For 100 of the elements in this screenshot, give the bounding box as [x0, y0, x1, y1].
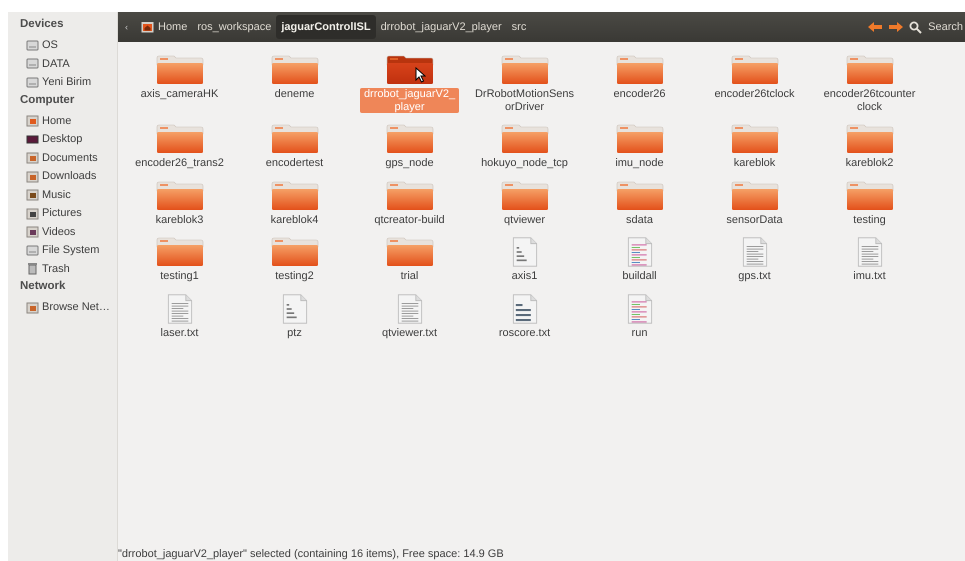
file-item[interactable]: roscore.txt — [467, 294, 582, 339]
file-name: ptz — [286, 326, 303, 339]
file-name: testing2 — [274, 270, 315, 282]
file-item[interactable]: sensorData — [697, 180, 812, 226]
sidebar-item[interactable]: Yeni Birim — [8, 73, 117, 92]
file-item[interactable]: sdata — [582, 180, 697, 226]
folder-icon — [26, 114, 39, 128]
file-item[interactable]: hokuyo_node_tcp — [467, 124, 582, 170]
file-name: kareblok2 — [844, 157, 894, 170]
file-item[interactable]: axis1 — [467, 237, 582, 282]
file-name: sensorData — [725, 214, 784, 226]
file-item[interactable]: encodertest — [237, 124, 352, 170]
sidebar-item[interactable]: Trash — [8, 260, 117, 278]
forward-arrow-icon[interactable] — [888, 21, 904, 33]
file-item[interactable]: encoder26tcounterclock — [812, 55, 927, 113]
search-icon[interactable] — [909, 20, 922, 34]
file-item[interactable]: DrRobotMotionSensorDriver — [467, 55, 582, 113]
file-name: encoder26 — [612, 88, 666, 100]
folder-icon — [26, 206, 39, 220]
file-item[interactable]: testing — [812, 180, 927, 226]
file-item[interactable]: buildall — [582, 237, 697, 282]
file-name: sdata — [625, 214, 654, 226]
sidebar-item[interactable]: Browse Net… — [8, 298, 117, 316]
drive-icon — [26, 244, 39, 257]
sidebar-item[interactable]: Videos — [8, 222, 117, 241]
file-item[interactable]: trial — [352, 237, 467, 282]
file-name: qtviewer — [503, 214, 546, 226]
file-item[interactable]: qtcreator-build — [352, 180, 467, 226]
sidebar-item[interactable]: Pictures — [8, 204, 117, 222]
drive-icon — [26, 38, 39, 52]
file-item[interactable]: deneme — [237, 55, 352, 100]
sidebar-item[interactable]: OS — [8, 36, 117, 54]
file-name: qtcreator-build — [373, 214, 446, 226]
sidebar-item[interactable]: Desktop — [8, 130, 117, 148]
file-name: drrobot_jaguarV2_player — [360, 88, 460, 113]
scroll-left-button[interactable]: ‹ — [122, 22, 136, 32]
file-item[interactable]: encoder26tclock — [697, 55, 812, 100]
file-item[interactable]: kareblok3 — [122, 180, 237, 226]
folder-icon — [26, 225, 39, 238]
file-item[interactable]: kareblok — [697, 124, 812, 170]
drive-icon — [26, 57, 39, 70]
file-item[interactable]: laser.txt — [122, 294, 237, 339]
file-name: hokuyo_node_tcp — [480, 157, 569, 170]
back-arrow-icon[interactable] — [867, 21, 884, 33]
file-name: testing — [852, 214, 887, 226]
file-item[interactable]: testing2 — [237, 237, 352, 282]
file-name: kareblok4 — [270, 214, 320, 226]
sidebar-item[interactable]: DATA — [8, 54, 117, 73]
sidebar-item[interactable]: Downloads — [8, 167, 117, 186]
file-item[interactable]: encoder26 — [582, 55, 697, 100]
path-button[interactable]: drrobot_jaguarV2_player — [376, 15, 507, 39]
path-button[interactable]: Home — [136, 15, 192, 39]
path-button[interactable]: src — [506, 15, 532, 39]
file-item[interactable]: kareblok2 — [812, 124, 927, 170]
file-name: gps.txt — [737, 270, 772, 282]
file-name: axis_cameraHK — [140, 88, 220, 100]
file-item[interactable]: qtviewer — [467, 180, 582, 226]
file-item[interactable]: axis_cameraHK — [122, 55, 237, 100]
sidebar-heading: Devices — [19, 17, 64, 32]
folder-icon — [26, 151, 39, 164]
file-name: encodertest — [264, 157, 324, 170]
home-folder-icon — [141, 21, 154, 33]
file-item[interactable]: qtviewer.txt — [352, 294, 467, 339]
file-item[interactable]: encoder26_trans2 — [122, 124, 237, 170]
file-name: imu.txt — [852, 270, 887, 282]
file-name: axis1 — [510, 270, 538, 282]
file-item[interactable]: gps_node — [352, 124, 467, 170]
file-name: kareblok3 — [154, 214, 204, 226]
sidebar-item[interactable]: Music — [8, 186, 117, 204]
file-item[interactable]: testing1 — [122, 237, 237, 282]
file-name: testing1 — [159, 270, 200, 282]
file-name: qtviewer.txt — [380, 326, 438, 339]
file-name: buildall — [621, 270, 658, 282]
path-button[interactable]: ros_workspace — [192, 15, 276, 39]
mouse-pointer-icon — [415, 67, 426, 83]
file-item[interactable]: run — [582, 294, 697, 339]
sidebar-item[interactable]: File System — [8, 241, 117, 260]
file-item[interactable]: ptz — [237, 294, 352, 339]
file-item[interactable]: imu.txt — [812, 237, 927, 282]
drive-icon — [26, 76, 39, 89]
file-name: trial — [400, 270, 420, 282]
path-button[interactable]: jaguarControlISL — [276, 15, 376, 39]
sidebar-item[interactable]: Home — [8, 112, 117, 130]
sidebar-item[interactable]: Documents — [8, 148, 117, 167]
file-name: encoder26tcounterclock — [822, 88, 916, 113]
file-name: encoder26tclock — [713, 88, 796, 100]
file-name: DrRobotMotionSensorDriver — [474, 88, 576, 113]
file-name: imu_node — [614, 157, 665, 170]
file-name: laser.txt — [160, 326, 200, 339]
file-name: gps_node — [384, 157, 435, 170]
search-button[interactable]: Search — [928, 21, 963, 33]
file-item[interactable]: gps.txt — [697, 237, 812, 282]
sidebar-heading: Network — [19, 279, 66, 294]
file-name: kareblok — [732, 157, 776, 170]
file-item[interactable]: kareblok4 — [237, 180, 352, 226]
file-name: encoder26_trans2 — [134, 157, 225, 170]
file-item[interactable]: imu_node — [582, 124, 697, 170]
file-name: roscore.txt — [498, 326, 552, 339]
folder-icon — [26, 188, 39, 202]
file-name: deneme — [274, 88, 316, 100]
